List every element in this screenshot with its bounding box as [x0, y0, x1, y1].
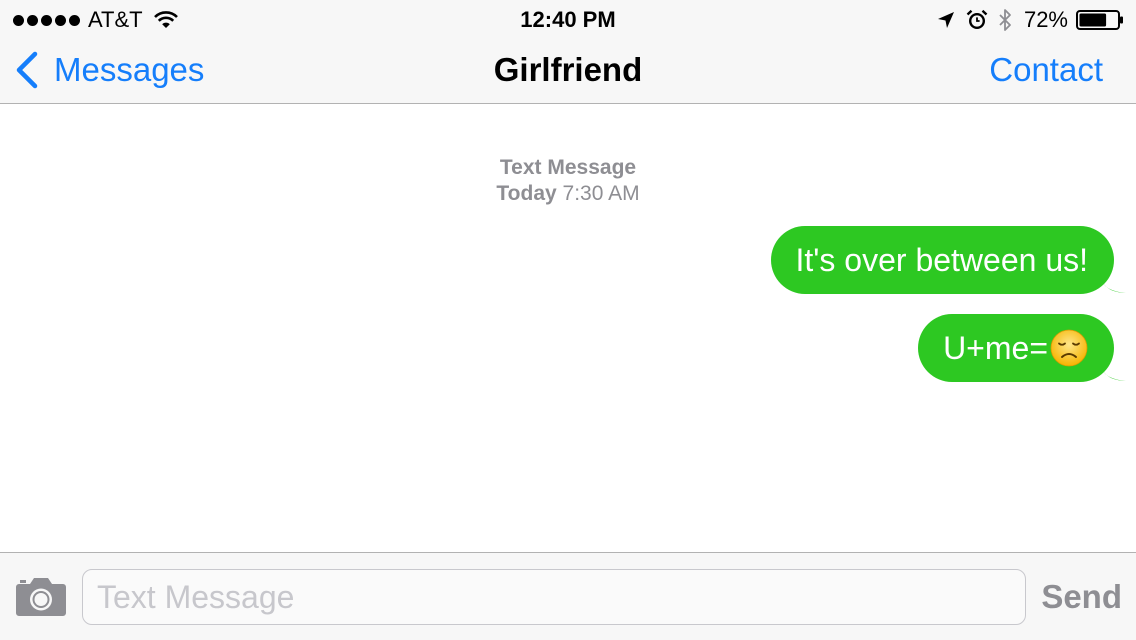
- contact-button[interactable]: Contact: [989, 50, 1103, 90]
- timestamp-day: Today: [496, 182, 557, 205]
- camera-button[interactable]: [15, 575, 67, 617]
- navigation-bar: Messages Girlfriend Contact: [0, 40, 1136, 104]
- message-type-label: Text Message: [499, 156, 637, 179]
- location-icon: [937, 12, 954, 28]
- chevron-left-icon: [16, 51, 38, 89]
- bubble-tail: [1100, 272, 1126, 293]
- message-text: U+me=: [943, 330, 1048, 366]
- status-bar-right: 72%: [936, 6, 1124, 34]
- message-row: U+me=: [918, 314, 1126, 382]
- message-text: It's over between us!: [795, 242, 1088, 278]
- timestamp-time: 7:30 AM: [562, 182, 640, 205]
- alarm-icon: [966, 9, 988, 29]
- message-row: It's over between us!: [770, 226, 1126, 294]
- disappointed-face-icon: [1050, 329, 1088, 367]
- conversation-area[interactable]: Text Message Today 7:30 AM It's over bet…: [0, 105, 1136, 552]
- message-input-bar: Send: [0, 552, 1136, 640]
- send-button[interactable]: Send: [1041, 576, 1122, 618]
- message-text-field[interactable]: [82, 569, 1026, 625]
- camera-icon: [16, 578, 66, 616]
- message-timestamp: Text Message Today 7:30 AM: [0, 155, 1136, 207]
- battery-percentage: 72%: [1023, 7, 1068, 32]
- status-bar: AT&T 12:40 PM 72%: [0, 0, 1136, 40]
- bluetooth-icon: [999, 9, 1011, 31]
- outgoing-message-bubble[interactable]: It's over between us!: [770, 226, 1126, 294]
- outgoing-message-bubble[interactable]: U+me=: [918, 314, 1126, 382]
- back-button[interactable]: Messages: [14, 50, 204, 90]
- bubble-tail: [1100, 360, 1126, 381]
- battery-icon: [1076, 10, 1123, 30]
- back-button-label: Messages: [54, 51, 205, 88]
